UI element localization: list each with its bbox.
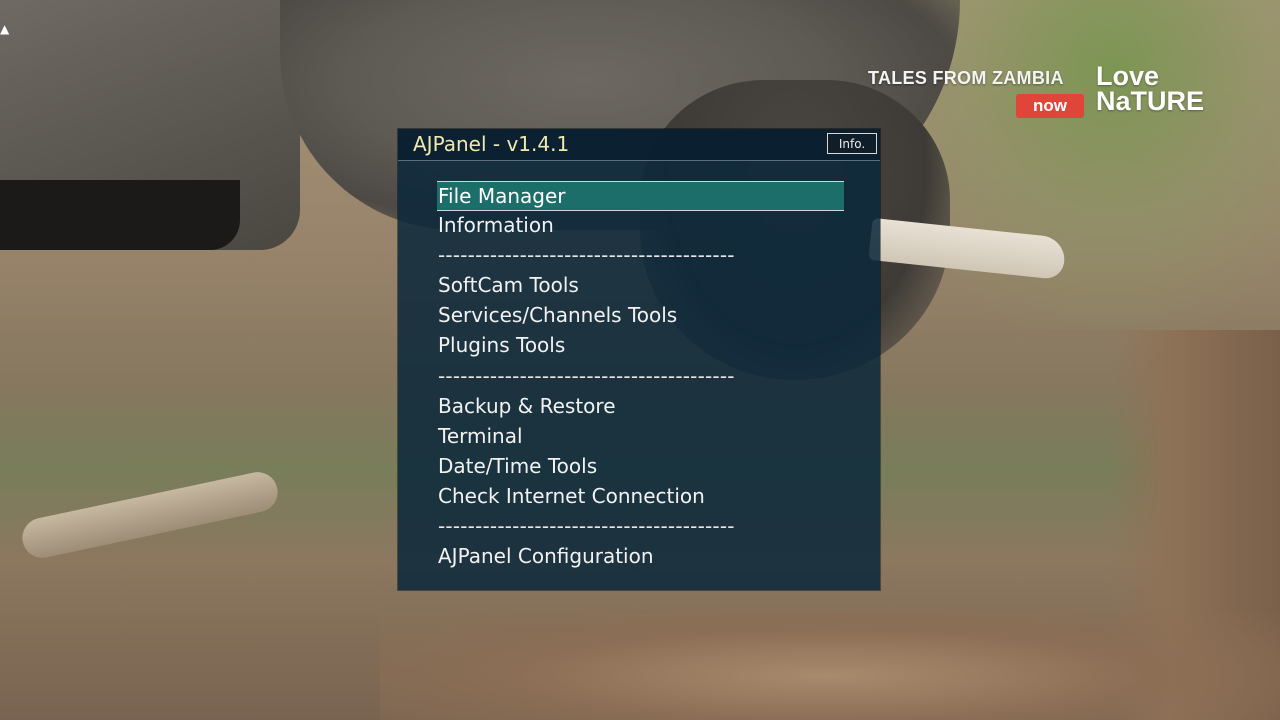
menu-separator: ---------------------------------------- (438, 243, 735, 268)
menu-item-check-internet-connection[interactable]: Check Internet Connection (437, 482, 844, 512)
menu-item-date-time-tools[interactable]: Date/Time Tools (437, 452, 844, 482)
panel-title: AJPanel - v1.4.1 (413, 132, 570, 156)
menu-item-plugins-tools[interactable]: Plugins Tools (437, 331, 844, 361)
menu-item-file-manager[interactable]: File Manager (437, 181, 844, 212)
menu-separator: ---------------------------------------- (438, 514, 735, 539)
menu-item-softcam-tools[interactable]: SoftCam Tools (437, 271, 844, 301)
menu-item-terminal[interactable]: Terminal (437, 422, 844, 452)
program-caption: TALES FROM ZAMBIA (868, 68, 1064, 88)
menu-item-services-channels-tools[interactable]: Services/Channels Tools (437, 301, 844, 331)
menu-item-backup-restore[interactable]: Backup & Restore (437, 392, 844, 422)
brand-logo: Love NaTURE (1096, 63, 1226, 116)
menu-item-information[interactable]: Information (437, 211, 844, 241)
foreground-debris (380, 610, 1280, 720)
channel-logo: TALES FROM ZAMBIA now Love NaTURE (868, 63, 1228, 126)
elephant-shadow (0, 180, 240, 250)
brand-line-2: NaTURE (1096, 86, 1205, 116)
ajpanel-window: AJPanel - v1.4.1 Info. File Manager Infor… (398, 129, 880, 590)
panel-header: AJPanel - v1.4.1 Info. (398, 129, 880, 161)
channel-bug-icon: ▲ (0, 22, 10, 36)
menu-separator: ---------------------------------------- (438, 363, 735, 388)
main-menu: File Manager Information -----------------… (437, 181, 844, 572)
menu-item-ajpanel-configuration[interactable]: AJPanel Configuration (437, 542, 844, 572)
info-button[interactable]: Info. (827, 133, 877, 154)
now-badge: now (1016, 94, 1084, 118)
